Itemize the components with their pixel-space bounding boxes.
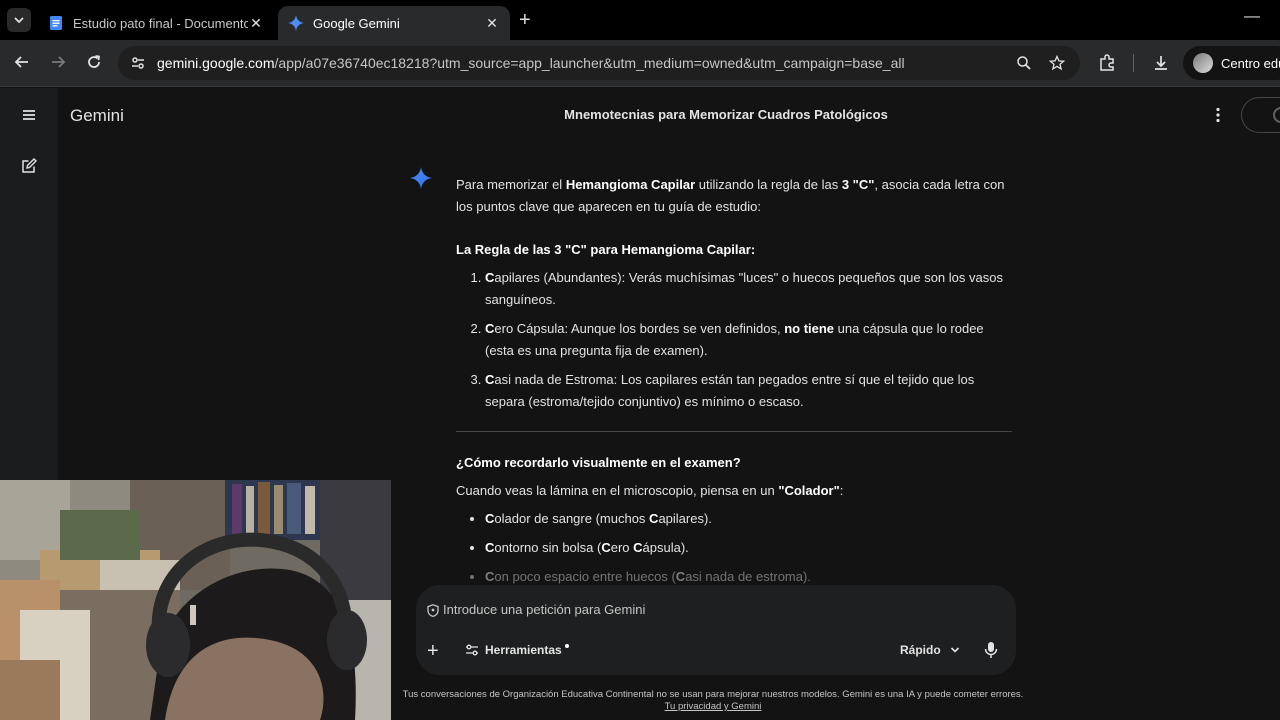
mode-selector[interactable]: Rápido (900, 643, 960, 657)
prompt-input-box[interactable]: Introduce una petición para Gemini + Her… (416, 585, 1016, 675)
webcam-overlay (0, 480, 391, 720)
profile-label: Centro educ (1221, 55, 1280, 71)
close-icon[interactable]: ✕ (248, 15, 264, 32)
list-item: Cero Cápsula: Aunque los bordes se ven d… (485, 318, 1012, 362)
gemini-sparkle-icon (410, 167, 432, 189)
add-button[interactable]: + (427, 641, 439, 661)
chevron-down-icon (14, 17, 24, 24)
tab-label: Estudio pato final - Documento (73, 15, 248, 31)
reload-button[interactable] (83, 51, 105, 73)
profile-button[interactable]: Centro educ (1183, 46, 1280, 80)
address-bar[interactable]: gemini.google.com/app/a07e36740ec18218?u… (118, 46, 1080, 80)
new-tab-button[interactable]: + (519, 10, 531, 30)
back-button[interactable] (11, 51, 33, 73)
webcam-video (0, 480, 391, 720)
menu-icon[interactable] (21, 108, 37, 122)
divider (456, 431, 1012, 432)
minimize-button[interactable]: — (1244, 8, 1260, 26)
url-path: /app/a07e36740ec18218?utm_source=app_lau… (274, 55, 905, 71)
tab-documento[interactable]: Estudio pato final - Documento ✕ (38, 6, 274, 40)
prompt-input[interactable]: Introduce una petición para Gemini (443, 602, 645, 617)
avatar (1193, 53, 1213, 73)
forward-button[interactable] (47, 51, 69, 73)
gemini-sparkle-icon (288, 15, 304, 31)
bullet-list: Colador de sangre (muchos Capilares). Co… (456, 508, 1012, 588)
list-item: Contorno sin bolsa (Cero Cápsula). (485, 537, 1012, 559)
arrow-right-icon (52, 56, 66, 68)
disclaimer-text: Tus conversaciones de Organización Educa… (402, 689, 1024, 700)
tools-button[interactable]: Herramientas (465, 643, 569, 657)
intro-paragraph: Para memorizar el Hemangioma Capilar uti… (456, 177, 1005, 214)
visual-heading: ¿Cómo recordarlo visualmente en el exame… (456, 455, 741, 470)
browser-toolbar: gemini.google.com/app/a07e36740ec18218?u… (0, 40, 1280, 87)
zoom-icon[interactable] (1016, 55, 1032, 71)
tab-gemini[interactable]: Google Gemini ✕ (278, 6, 510, 40)
circle-icon (1273, 107, 1280, 123)
disclaimer: Tus conversaciones de Organización Educa… (390, 689, 1036, 713)
star-icon[interactable] (1049, 55, 1065, 71)
tab-search-button[interactable] (7, 8, 31, 32)
close-icon[interactable]: ✕ (484, 15, 500, 32)
arrow-left-icon (14, 56, 28, 68)
site-settings-icon[interactable] (130, 55, 146, 71)
url-host: gemini.google.com (157, 55, 275, 71)
model-response: Para memorizar el Hemangioma Capilar uti… (456, 174, 1012, 595)
tab-label: Google Gemini (313, 15, 400, 31)
visual-intro: Cuando veas la lámina en el microscopio,… (456, 483, 844, 498)
chevron-down-icon (950, 647, 959, 653)
more-options-icon[interactable] (1209, 106, 1227, 124)
url-text[interactable]: gemini.google.com/app/a07e36740ec18218?u… (157, 55, 905, 71)
docs-icon (50, 16, 62, 30)
header-action-button[interactable] (1241, 97, 1280, 133)
chat-title[interactable]: Mnemotecnias para Memorizar Cuadros Pato… (58, 107, 1280, 122)
list-item: Casi nada de Estroma: Los capilares está… (485, 369, 1012, 413)
rule-list: Capilares (Abundantes): Verás muchísimas… (456, 267, 1012, 413)
download-icon[interactable] (1152, 54, 1170, 72)
app-header: Gemini Mnemotecnias para Memorizar Cuadr… (58, 88, 1280, 144)
browser-tab-strip: Estudio pato final - Documento ✕ Google … (0, 0, 1280, 40)
indicator-dot (564, 644, 569, 648)
shield-icon (427, 604, 439, 617)
microphone-icon[interactable] (984, 641, 998, 659)
tools-label: Herramientas (485, 643, 562, 657)
mode-label: Rápido (900, 643, 941, 657)
toolbar-divider (1133, 54, 1134, 72)
tools-icon (466, 644, 478, 656)
new-chat-icon[interactable] (21, 158, 37, 174)
privacy-link[interactable]: Tu privacidad y Gemini (665, 701, 762, 712)
extensions-icon[interactable] (1098, 54, 1116, 72)
list-item: Colador de sangre (muchos Capilares). (485, 508, 1012, 530)
list-item: Capilares (Abundantes): Verás muchísimas… (485, 267, 1012, 311)
rule-heading: La Regla de las 3 "C" para Hemangioma Ca… (456, 242, 756, 257)
reload-icon (88, 55, 101, 68)
